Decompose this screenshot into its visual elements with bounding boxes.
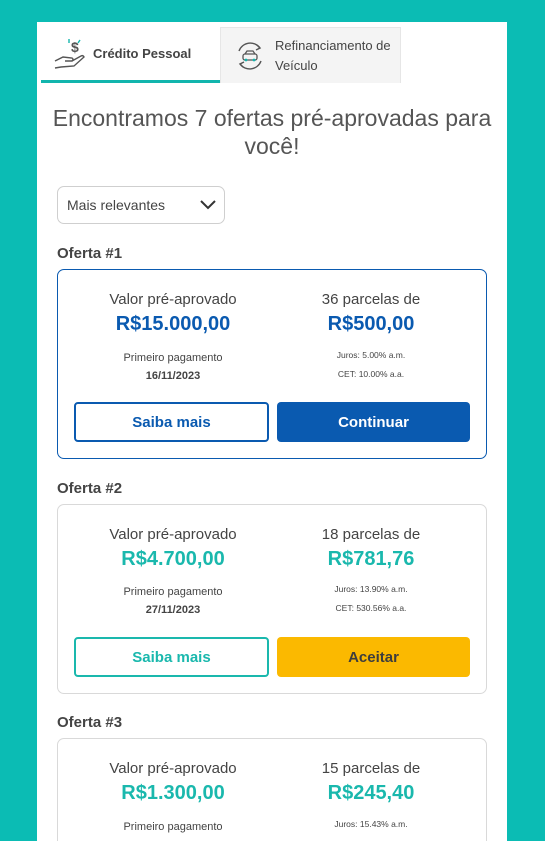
first-payment-label: Primeiro pagamento [123, 586, 223, 598]
installments-label: 18 parcelas de [321, 526, 421, 543]
installments-label: 36 parcelas de [321, 291, 421, 308]
chevron-down-icon [200, 197, 216, 213]
first-payment-date: 16/11/2023 [145, 370, 201, 382]
offers-panel: $ Crédito Pessoal Refinanciamento de Veí… [37, 22, 507, 841]
sort-value: Mais relevantes [67, 197, 166, 213]
offer-label: Oferta #3 [57, 714, 123, 731]
svg-text:$: $ [71, 39, 79, 55]
saiba-mais-button[interactable]: Saiba mais [74, 402, 269, 442]
hand-money-icon: $ [49, 34, 91, 74]
sort-select[interactable]: Mais relevantes [57, 186, 225, 224]
pre-approved-amount: R$4.700,00 [121, 548, 225, 570]
pre-approved-label: Valor pré-aprovado [109, 291, 237, 308]
interest-rate: Juros: 15.43% a.m. [334, 819, 408, 829]
tab-refinanciamento-veiculo[interactable]: Refinanciamento de Veículo [220, 27, 401, 83]
interest-rate: Juros: 13.90% a.m. [334, 584, 408, 594]
pre-approved-label: Valor pré-aprovado [109, 760, 237, 777]
installment-value: R$245,40 [327, 782, 415, 804]
saiba-mais-button[interactable]: Saiba mais [74, 637, 269, 677]
offer-card: Valor pré-aprovado R$1.300,00 15 parcela… [57, 738, 487, 841]
installment-value: R$500,00 [327, 313, 415, 335]
offer-card: Valor pré-aprovado R$4.700,00 18 parcela… [57, 504, 487, 694]
aceitar-button[interactable]: Aceitar [277, 637, 470, 677]
first-payment-label: Primeiro pagamento [123, 821, 223, 833]
cet-rate: CET: 10.00% a.a. [337, 369, 405, 379]
offer-label: Oferta #1 [57, 245, 123, 262]
tab-label: Refinanciamento de Veículo [275, 37, 391, 73]
first-payment-label: Primeiro pagamento [123, 352, 223, 364]
pre-approved-label: Valor pré-aprovado [109, 526, 237, 543]
car-refinance-icon [229, 36, 271, 76]
offer-label: Oferta #2 [57, 480, 123, 497]
page-title: Encontramos 7 ofertas pré-aprovadas para… [52, 105, 492, 159]
offer-card: Valor pré-aprovado R$15.000,00 36 parcel… [57, 269, 487, 459]
tab-label: Crédito Pessoal [93, 46, 192, 61]
tab-credito-pessoal[interactable]: $ Crédito Pessoal [41, 27, 220, 83]
cet-rate: CET: 530.56% a.a. [335, 603, 407, 613]
pre-approved-amount: R$1.300,00 [121, 782, 225, 804]
first-payment-date: 27/11/2023 [145, 604, 201, 616]
pre-approved-amount: R$15.000,00 [115, 313, 231, 335]
installments-label: 15 parcelas de [321, 760, 421, 777]
installment-value: R$781,76 [327, 548, 415, 570]
interest-rate: Juros: 5.00% a.m. [336, 350, 406, 360]
continuar-button[interactable]: Continuar [277, 402, 470, 442]
